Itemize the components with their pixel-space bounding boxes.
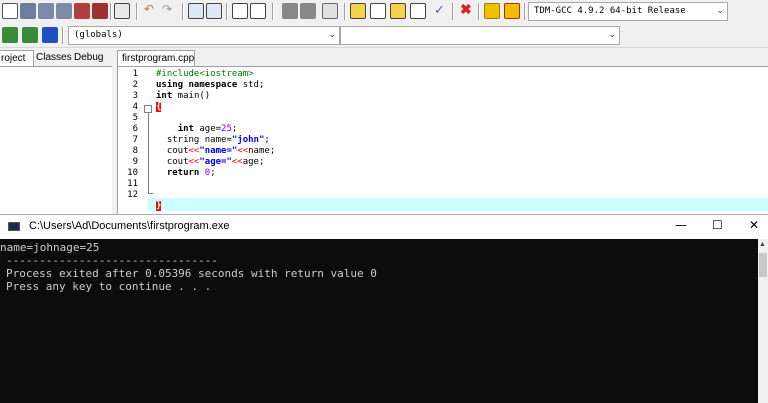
toolbar-separator [136,3,138,20]
line-number: 11 [127,179,138,189]
line-number: 5 [132,113,138,123]
project-browser[interactable] [0,66,112,215]
close-all-icon[interactable] [92,3,108,19]
toolbar-separator [182,3,184,20]
compiler-select-value: TDM-GCC 4.9.2 64-bit Release [534,6,686,16]
console-title: C:\Users\Ad\Documents\firstprogram.exe [29,220,230,232]
profile-icon[interactable] [484,3,500,19]
code-line-8: cout<<"name="<<name; [156,146,276,156]
indent-icon[interactable] [282,3,298,19]
fold-toggle-icon[interactable] [144,105,152,113]
fold-line [148,113,149,193]
profile-delete-icon[interactable] [504,3,520,19]
check-syntax-icon[interactable]: ✓ [432,2,448,19]
toolbar-separator [272,3,274,20]
toggle-bookmark-icon[interactable] [22,27,38,43]
scope-select-value: (globals) [74,30,123,40]
toolbar-separator [452,3,454,20]
toggle-comment-icon[interactable] [322,3,338,19]
tab-project[interactable]: roject [0,50,34,67]
fold-end [148,193,153,194]
compile-run-icon[interactable] [390,3,406,19]
save-icon[interactable] [38,3,54,19]
code-line-12: } [156,201,162,211]
line-number: 7 [132,135,138,145]
goto-bookmark-icon[interactable] [42,27,58,43]
toolbar-separator [62,27,64,44]
goto-line-icon[interactable] [232,3,248,19]
code-line-2: using namespace std; [156,80,265,90]
toolbar-separator [344,3,346,20]
line-number: 10 [127,168,138,178]
console-line: name=johnage=25 [0,241,100,254]
scope-select[interactable]: (globals) ⌄ [68,26,340,45]
left-panel-tabs: roject Classes Debug [0,48,112,67]
save-all-icon[interactable] [56,3,72,19]
scrollbar-thumb[interactable] [759,253,767,277]
console-title-bar[interactable]: C:\Users\Ad\Documents\firstprogram.exe —… [0,215,768,239]
code-line-9: cout<<"age="<<age; [156,157,265,167]
maximize-button[interactable]: ☐ [712,218,723,232]
find-icon[interactable] [188,3,204,19]
console-line: Process exited after 0.05396 seconds wit… [6,267,377,280]
line-number: 8 [132,146,138,156]
toolbar-separator [226,3,228,20]
tab-debug[interactable]: Debug [72,50,105,66]
chevron-down-icon: ⌄ [716,6,724,16]
line-number: 3 [132,91,138,101]
line-number: 1 [132,69,138,79]
print-icon[interactable] [114,3,130,19]
rebuild-icon[interactable] [410,3,426,19]
console-window[interactable]: C:\Users\Ad\Documents\firstprogram.exe —… [0,214,768,403]
undo-icon[interactable]: ↶ [142,2,158,19]
code-line-3: int main() [156,91,211,101]
code-line-4: { [156,102,162,112]
minimize-button[interactable]: — [675,218,687,232]
secondary-toolbar: (globals) ⌄ ⌄ [0,23,768,48]
new-file-icon[interactable] [2,3,18,19]
main-toolbar: ↶ ↷ ✓ ✖ TDM-GCC 4.9.2 64-bit Release ⌄ [0,0,768,23]
stop-execution-icon[interactable]: ✖ [458,1,474,19]
console-line: -------------------------------- [6,254,218,267]
toolbar-separator [478,3,480,20]
close-button[interactable]: ✕ [749,218,759,232]
line-number: 9 [132,157,138,167]
insert-icon[interactable] [2,27,18,43]
editor-tab-firstprogram[interactable]: firstprogram.cpp [117,50,195,66]
toolbar-separator [110,3,112,20]
bookmark-icon[interactable] [250,3,266,19]
function-select[interactable]: ⌄ [340,26,620,45]
console-line: Press any key to continue . . . [6,280,212,293]
chevron-down-icon: ⌄ [608,30,616,40]
open-project-icon[interactable] [20,3,36,19]
toolbar-separator [524,3,526,20]
line-number: 6 [132,124,138,134]
line-number: 12 [127,190,138,200]
console-scrollbar[interactable]: ▲ [758,239,768,403]
line-number: 2 [132,80,138,90]
close-file-icon[interactable] [74,3,90,19]
compile-icon[interactable] [350,3,366,19]
compiler-select[interactable]: TDM-GCC 4.9.2 64-bit Release ⌄ [528,2,728,21]
unindent-icon[interactable] [300,3,316,19]
line-number: 4 [132,102,138,112]
current-line-highlight [118,198,768,211]
code-line-7: string name="john"; [156,135,270,145]
tab-classes[interactable]: Classes [34,50,74,66]
console-app-icon [8,222,20,231]
scroll-up-icon[interactable]: ▲ [759,241,766,248]
code-line-1: #include<iostream> [156,69,254,79]
run-icon[interactable] [370,3,386,19]
code-line-6: int age=25; [177,124,238,134]
redo-icon[interactable]: ↷ [160,2,176,19]
replace-icon[interactable] [206,3,222,19]
code-editor[interactable]: 1 2 3 4 5 6 7 8 9 10 11 12 #include<iost… [117,66,768,215]
console-output[interactable]: name=johnage=25 ------------------------… [0,239,758,403]
chevron-down-icon: ⌄ [328,30,336,40]
line-number-gutter: 1 2 3 4 5 6 7 8 9 10 11 12 [118,67,148,215]
code-line-10: return 0; [166,168,216,178]
